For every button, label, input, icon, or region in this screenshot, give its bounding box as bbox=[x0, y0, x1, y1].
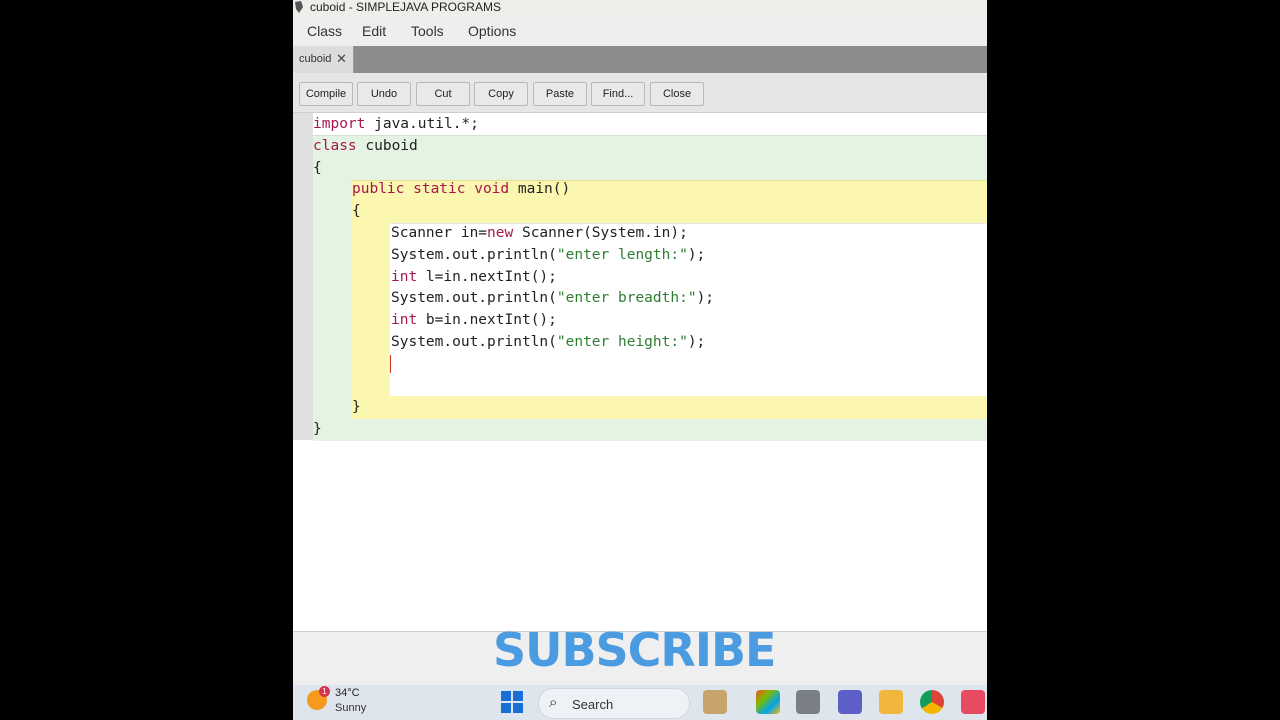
paste-button[interactable]: Paste bbox=[533, 82, 587, 106]
tab-label: cuboid bbox=[299, 53, 332, 65]
copilot-icon[interactable] bbox=[756, 690, 780, 714]
notification-badge: 1 bbox=[319, 686, 330, 697]
undo-button[interactable]: Undo bbox=[357, 82, 411, 106]
search-icon: ⌕ bbox=[549, 694, 558, 711]
code-editor[interactable]: import java.util.*; class cuboid { publi… bbox=[293, 113, 987, 631]
title-bar: cuboid - SIMPLEJAVA PROGRAMS bbox=[293, 0, 987, 16]
close-button[interactable]: Close bbox=[650, 82, 704, 106]
menu-options[interactable]: Options bbox=[468, 23, 516, 39]
taskbar-search[interactable]: ⌕ Search bbox=[538, 688, 690, 719]
code-line-1: import java.util.*; bbox=[313, 116, 479, 132]
copy-button[interactable]: Copy bbox=[474, 82, 528, 106]
menu-tools[interactable]: Tools bbox=[411, 23, 444, 39]
task-view-icon[interactable] bbox=[796, 690, 820, 714]
subscribe-overlay: SUBSCRIBE bbox=[493, 623, 776, 677]
tab-cuboid[interactable]: cuboid ✕ bbox=[293, 46, 354, 73]
store-icon[interactable] bbox=[961, 690, 985, 714]
tab-strip: cuboid ✕ bbox=[293, 46, 987, 73]
search-label: Search bbox=[572, 697, 614, 712]
status-bar: SUBSCRIBE bbox=[293, 623, 987, 686]
code-line-6: Scanner in=new Scanner(System.in); bbox=[391, 225, 688, 241]
windows-start-icon[interactable] bbox=[501, 691, 523, 713]
code-line-7: System.out.println("enter length:"); bbox=[391, 247, 706, 263]
file-explorer-icon[interactable] bbox=[879, 690, 903, 714]
code-line-11: System.out.println("enter height:"); bbox=[391, 334, 706, 350]
bluej-editor-window: cuboid - SIMPLEJAVA PROGRAMS Class Edit … bbox=[293, 0, 987, 720]
cut-button[interactable]: Cut bbox=[416, 82, 470, 106]
cat-widget-icon[interactable] bbox=[703, 690, 727, 714]
line-gutter bbox=[293, 113, 313, 440]
code-line-8: int l=in.nextInt(); bbox=[391, 269, 557, 285]
code-line-13: } bbox=[352, 399, 361, 415]
teams-icon[interactable] bbox=[838, 690, 862, 714]
menu-class[interactable]: Class bbox=[307, 23, 342, 39]
code-line-3: { bbox=[313, 160, 322, 176]
taskbar: 1 34°C Sunny ⌕ Search bbox=[293, 685, 987, 720]
app-icon bbox=[295, 1, 303, 13]
find-button[interactable]: Find... bbox=[591, 82, 645, 106]
weather-temperature: 34°C bbox=[335, 687, 360, 699]
menu-edit[interactable]: Edit bbox=[362, 23, 386, 39]
code-line-5: { bbox=[352, 203, 361, 219]
code-line-14: } bbox=[313, 421, 322, 437]
menu-bar: Class Edit Tools Options bbox=[293, 16, 987, 47]
code-line-2: class cuboid bbox=[313, 138, 418, 154]
close-icon[interactable]: ✕ bbox=[336, 51, 347, 67]
chrome-icon[interactable] bbox=[920, 690, 944, 714]
code-line-4: public static void main() bbox=[352, 181, 571, 197]
weather-condition: Sunny bbox=[335, 702, 367, 714]
compile-button[interactable]: Compile bbox=[299, 82, 353, 106]
text-caret bbox=[390, 355, 391, 373]
code-line-9: System.out.println("enter breadth:"); bbox=[391, 290, 715, 306]
toolbar: Compile Undo Cut Copy Paste Find... Clos… bbox=[293, 73, 987, 113]
window-title: cuboid - SIMPLEJAVA PROGRAMS bbox=[310, 0, 501, 14]
code-line-10: int b=in.nextInt(); bbox=[391, 312, 557, 328]
